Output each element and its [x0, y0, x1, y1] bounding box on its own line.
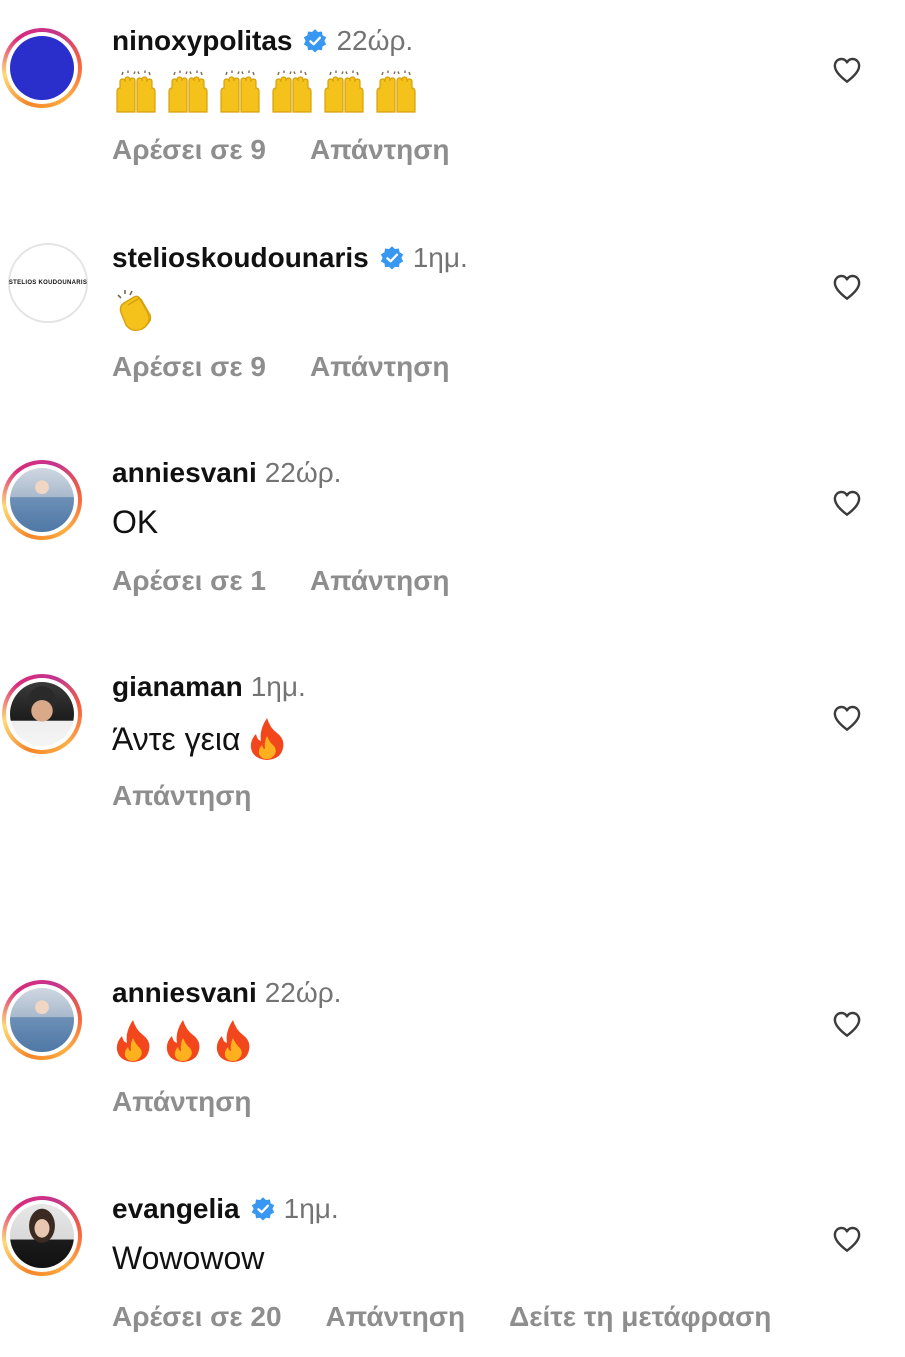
avatar[interactable] — [2, 980, 82, 1060]
comment-actions: Απάντηση — [112, 779, 296, 813]
username[interactable]: anniesvani — [112, 976, 257, 1010]
comment-actions: Απάντηση — [112, 1085, 296, 1119]
comment-item: gianaman 1ημ. Άντε γεια Απάντηση — [0, 646, 905, 811]
comment-text — [112, 70, 420, 118]
timestamp: 1ημ. — [283, 1193, 339, 1224]
reply-button[interactable]: Απάντηση — [112, 779, 252, 813]
verified-badge-icon — [250, 1196, 276, 1222]
comment-text: Άντε γεια — [112, 716, 288, 762]
timestamp: 1ημ. — [250, 671, 306, 702]
comment-text — [112, 1018, 254, 1064]
avatar[interactable] — [2, 674, 82, 754]
comment-actions: Αρέσει σε 9 Απάντηση — [112, 350, 494, 384]
comment-header: anniesvani 22ώρ. — [112, 456, 341, 490]
likes-count-link[interactable]: Αρέσει σε 20 — [112, 1300, 282, 1334]
timestamp: 22ώρ. — [264, 457, 342, 488]
comment-actions: Αρέσει σε 9 Απάντηση — [112, 133, 494, 167]
reply-button[interactable]: Απάντηση — [310, 564, 450, 598]
fire-emoji — [246, 716, 288, 762]
likes-count-link[interactable]: Αρέσει σε 1 — [112, 564, 266, 598]
comment-header: anniesvani 22ώρ. — [112, 976, 341, 1010]
avatar[interactable]: STELIOS KOUDOUNARIS — [8, 243, 88, 323]
comment-actions: Αρέσει σε 1 Απάντηση — [112, 564, 494, 598]
verified-badge-icon — [379, 245, 405, 271]
raising-hands-emoji — [268, 70, 316, 118]
comment-header: stelioskoudounaris 1ημ. — [112, 241, 468, 275]
see-translation-link[interactable]: Δείτε τη μετάφραση — [509, 1300, 771, 1334]
username[interactable]: anniesvani — [112, 456, 257, 490]
reply-button[interactable]: Απάντηση — [326, 1300, 466, 1334]
username[interactable]: ninoxypolitas — [112, 24, 292, 58]
likes-count-link[interactable]: Αρέσει σε 9 — [112, 350, 266, 384]
heart-outline-icon[interactable] — [832, 1010, 862, 1038]
raising-hands-emoji — [112, 70, 160, 118]
username[interactable]: evangelia — [112, 1192, 240, 1226]
avatar[interactable] — [2, 28, 82, 108]
raising-hands-emoji — [216, 70, 264, 118]
timestamp: 22ώρ. — [264, 977, 342, 1008]
comment-text: OK — [112, 504, 159, 540]
timestamp: 1ημ. — [412, 242, 468, 273]
heart-outline-icon[interactable] — [832, 273, 862, 301]
fire-emoji — [212, 1018, 254, 1064]
timestamp: 22ώρ. — [336, 25, 414, 56]
comment-item: STELIOS KOUDOUNARIS stelioskoudounaris 1… — [0, 217, 905, 382]
avatar[interactable] — [2, 460, 82, 540]
comment-text — [112, 287, 160, 344]
comment-text-body: Άντε γεια — [112, 721, 241, 757]
heart-outline-icon[interactable] — [832, 704, 862, 732]
raising-hands-emoji — [320, 70, 368, 118]
username[interactable]: stelioskoudounaris — [112, 241, 369, 275]
avatar[interactable] — [2, 1196, 82, 1276]
reply-button[interactable]: Απάντηση — [310, 133, 450, 167]
likes-count-link[interactable]: Αρέσει σε 9 — [112, 133, 266, 167]
reply-button[interactable]: Απάντηση — [310, 350, 450, 384]
raising-hands-emoji — [164, 70, 212, 118]
comment-header: gianaman 1ημ. — [112, 670, 306, 704]
reply-button[interactable]: Απάντηση — [112, 1085, 252, 1119]
username[interactable]: gianaman — [112, 670, 243, 704]
comment-header: ninoxypolitas 22ώρ. — [112, 24, 413, 58]
heart-outline-icon[interactable] — [832, 56, 862, 84]
comment-item: anniesvani 22ώρ. Απάντηση — [0, 952, 905, 1117]
brand-logo: STELIOS KOUDOUNARIS — [8, 280, 88, 286]
heart-outline-icon[interactable] — [832, 489, 862, 517]
comment-actions: Αρέσει σε 20 Απάντηση Δείτε τη μετάφραση — [112, 1300, 815, 1334]
comment-item: anniesvani 22ώρ. OK Αρέσει σε 1 Απάντηση — [0, 432, 905, 596]
fire-emoji — [112, 1018, 154, 1064]
clapping-hands-emoji — [112, 287, 160, 335]
comment-item: evangelia 1ημ. Wowowow Αρέσει σε 20 Απάν… — [0, 1168, 905, 1332]
comment-item: ninoxypolitas 22ώρ. Αρέσει σε 9 Απάντηση — [0, 0, 905, 165]
comment-header: evangelia 1ημ. — [112, 1192, 339, 1226]
verified-badge-icon — [302, 28, 328, 54]
comment-text: Wowowow — [112, 1240, 265, 1276]
raising-hands-emoji — [372, 70, 420, 118]
heart-outline-icon[interactable] — [832, 1225, 862, 1253]
fire-emoji — [162, 1018, 204, 1064]
